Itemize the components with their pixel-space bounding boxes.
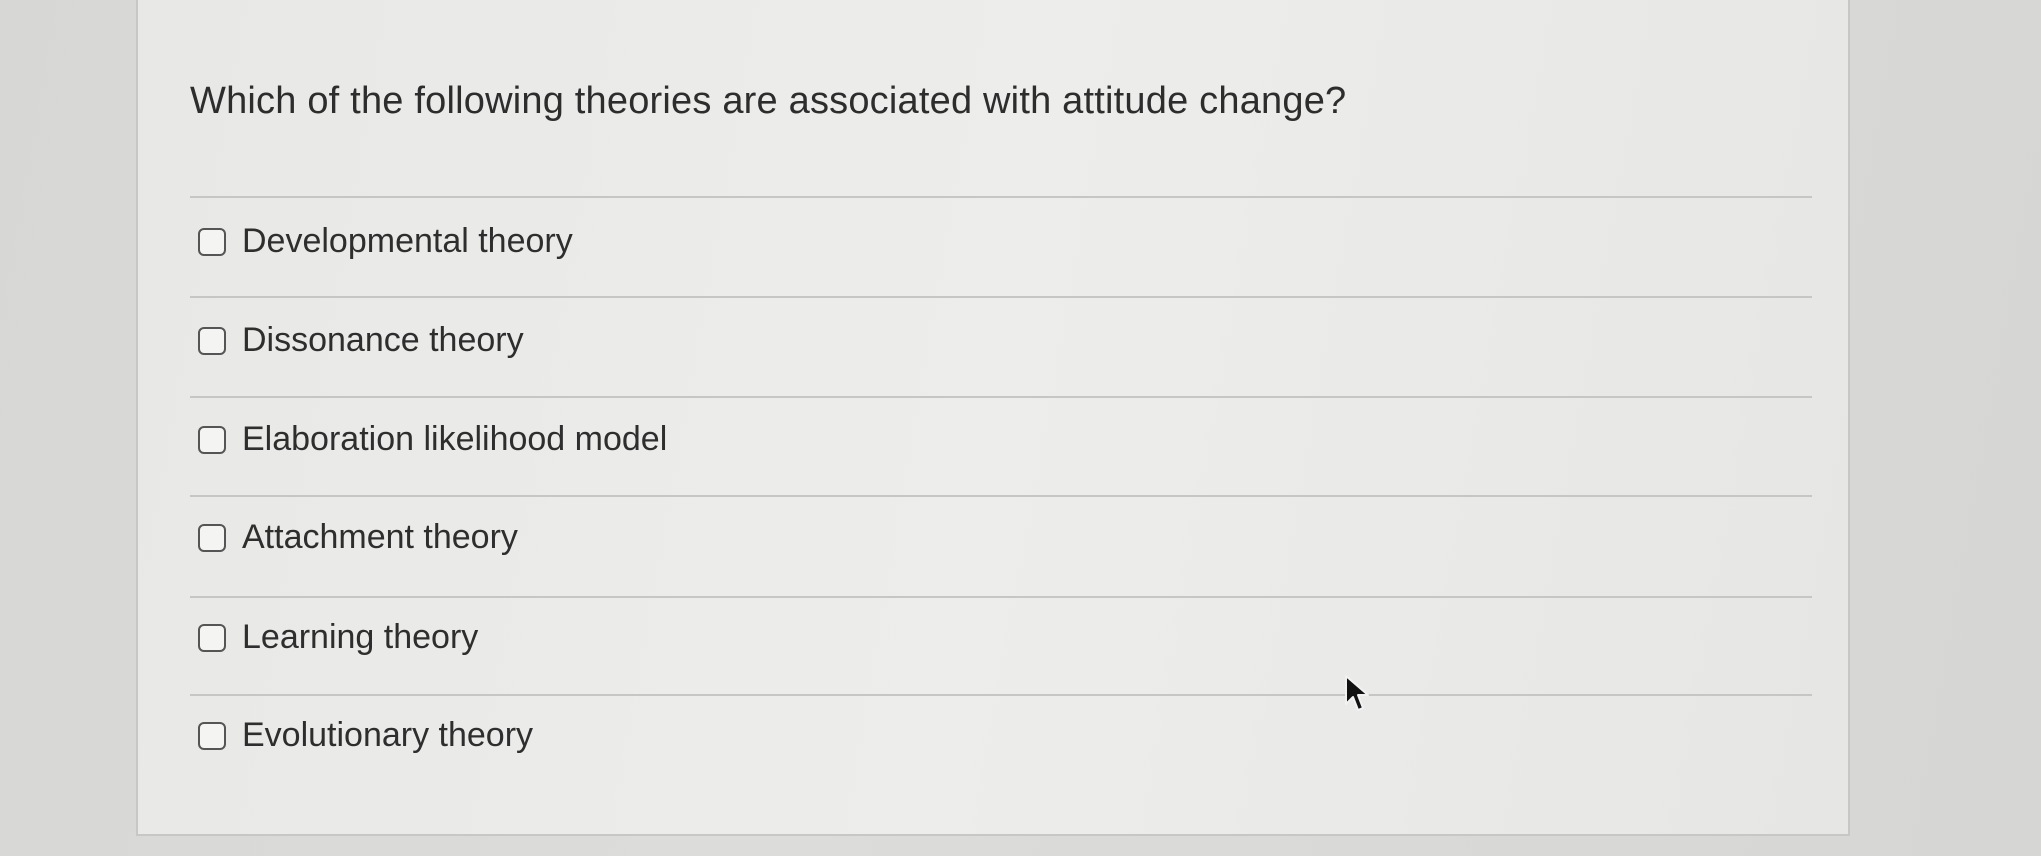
option-elaboration-likelihood-model[interactable]: Elaboration likelihood model: [198, 420, 667, 459]
option-developmental-theory[interactable]: Developmental theory: [198, 222, 573, 261]
option-evolutionary-theory[interactable]: Evolutionary theory: [198, 716, 533, 755]
checkbox[interactable]: [198, 623, 226, 652]
option-label: Developmental theory: [242, 222, 573, 260]
checkbox[interactable]: [198, 227, 226, 256]
divider: [190, 495, 1812, 497]
divider: [190, 196, 1812, 198]
option-attachment-theory[interactable]: Attachment theory: [198, 518, 518, 557]
option-label: Elaboration likelihood model: [242, 420, 668, 458]
checkbox[interactable]: [198, 523, 226, 552]
option-label: Dissonance theory: [242, 321, 524, 359]
question-text: Which of the following theories are asso…: [190, 80, 1347, 122]
option-label: Attachment theory: [242, 518, 518, 556]
divider: [190, 694, 1812, 696]
mouse-pointer-icon: [1345, 675, 1369, 711]
checkbox[interactable]: [198, 425, 226, 454]
checkbox[interactable]: [198, 721, 226, 750]
divider: [190, 396, 1812, 398]
option-label: Evolutionary theory: [242, 716, 534, 754]
question-panel: Which of the following theories are asso…: [136, 0, 1850, 836]
option-dissonance-theory[interactable]: Dissonance theory: [198, 321, 524, 360]
checkbox[interactable]: [198, 326, 226, 355]
option-label: Learning theory: [242, 618, 479, 656]
divider: [190, 296, 1812, 298]
option-learning-theory[interactable]: Learning theory: [198, 618, 478, 657]
divider: [190, 596, 1812, 598]
